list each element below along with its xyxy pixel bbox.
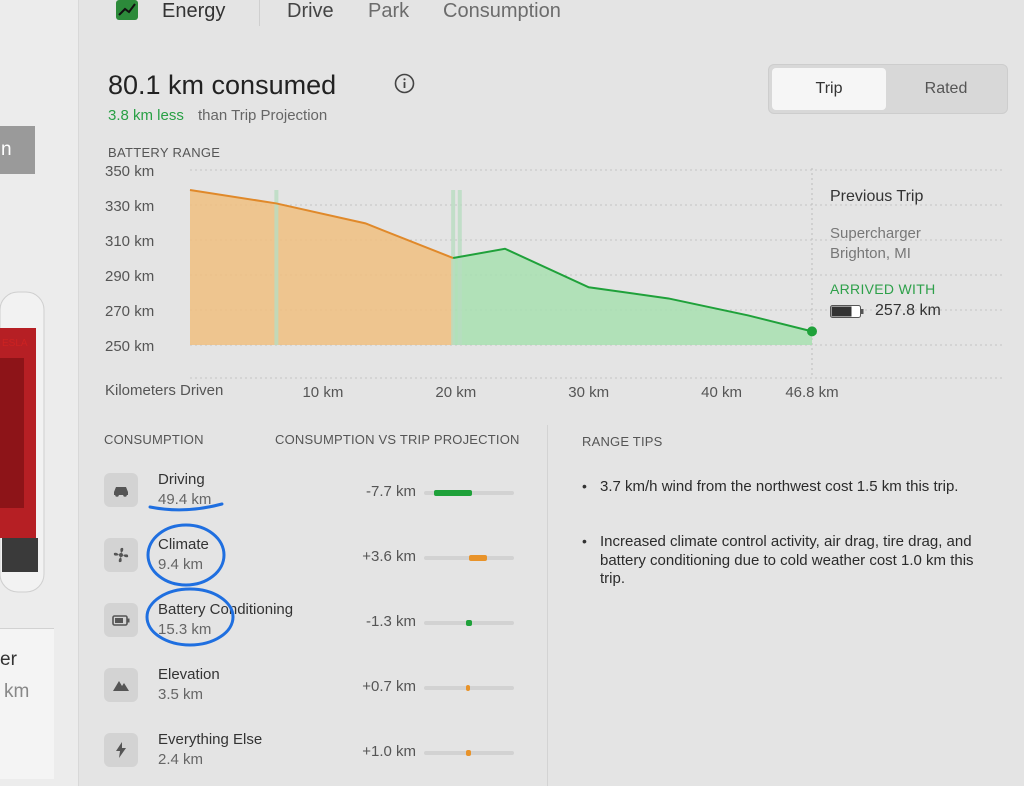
category-name: Elevation — [158, 666, 220, 683]
tip-bullet: • — [582, 533, 587, 549]
projection-bar — [424, 490, 514, 496]
category-delta: +3.6 km — [362, 548, 416, 565]
category-delta: +1.0 km — [362, 743, 416, 760]
destination-name: Supercharger — [830, 225, 921, 242]
battery-icon — [104, 603, 138, 637]
category-value: 15.3 km — [158, 621, 212, 638]
projection-bar-fill — [466, 750, 471, 756]
projection-bar — [424, 750, 514, 756]
charging-marker — [274, 190, 279, 345]
projection-bar — [424, 555, 514, 561]
projection-bar-fill — [434, 490, 472, 496]
fan-icon — [104, 538, 138, 572]
range-tip-item: 3.7 km/h wind from the northwest cost 1.… — [600, 478, 959, 495]
category-delta: -1.3 km — [365, 613, 416, 630]
projection-bar — [424, 620, 514, 626]
range-tips-section-label: RANGE TIPS — [582, 434, 663, 449]
category-name: Everything Else — [158, 731, 263, 748]
remaining-area — [453, 248, 812, 345]
category-value: 3.5 km — [158, 686, 204, 703]
vs-projection-section-label: CONSUMPTION VS TRIP PROJECTION — [275, 432, 520, 447]
category-value: 2.4 km — [158, 751, 204, 768]
tip-bullet: • — [582, 478, 587, 494]
x-axis-title: Kilometers Driven — [105, 382, 224, 399]
trip-end-point — [807, 326, 817, 337]
projection-bar-fill — [466, 685, 470, 691]
previous-trip-label: Previous Trip — [830, 188, 924, 205]
car-icon — [104, 473, 138, 507]
charging-marker — [457, 190, 462, 345]
x-tick-label: 20 km — [435, 384, 477, 401]
category-value: 49.4 km — [158, 491, 212, 508]
x-tick-label: 30 km — [568, 384, 610, 401]
x-tick-label: 10 km — [302, 384, 344, 401]
category-delta: +0.7 km — [362, 678, 416, 695]
x-tick-label: 46.8 km — [785, 384, 839, 401]
arrived-range-value: 257.8 km — [875, 302, 941, 319]
range-tip-item: Increased climate control activity, air … — [600, 533, 974, 587]
projection-bar — [424, 685, 514, 691]
lightning-icon — [104, 733, 138, 767]
category-name: Climate — [158, 536, 209, 553]
battery-icon — [830, 305, 864, 318]
x-tick-label: 40 km — [701, 384, 743, 401]
projection-bar-fill — [469, 555, 487, 561]
destination-city: Brighton, MI — [830, 245, 911, 262]
category-name: Battery Conditioning — [158, 601, 294, 618]
category-value: 9.4 km — [158, 556, 204, 573]
category-name: Driving — [158, 471, 205, 488]
projection-bar-fill — [466, 620, 473, 626]
section-divider — [547, 425, 548, 786]
charging-marker — [451, 190, 456, 345]
arrived-with-label: ARRIVED WITH — [830, 281, 936, 297]
consumption-section-label: CONSUMPTION — [104, 432, 204, 447]
mountain-icon — [104, 668, 138, 702]
category-delta: -7.7 km — [365, 483, 416, 500]
